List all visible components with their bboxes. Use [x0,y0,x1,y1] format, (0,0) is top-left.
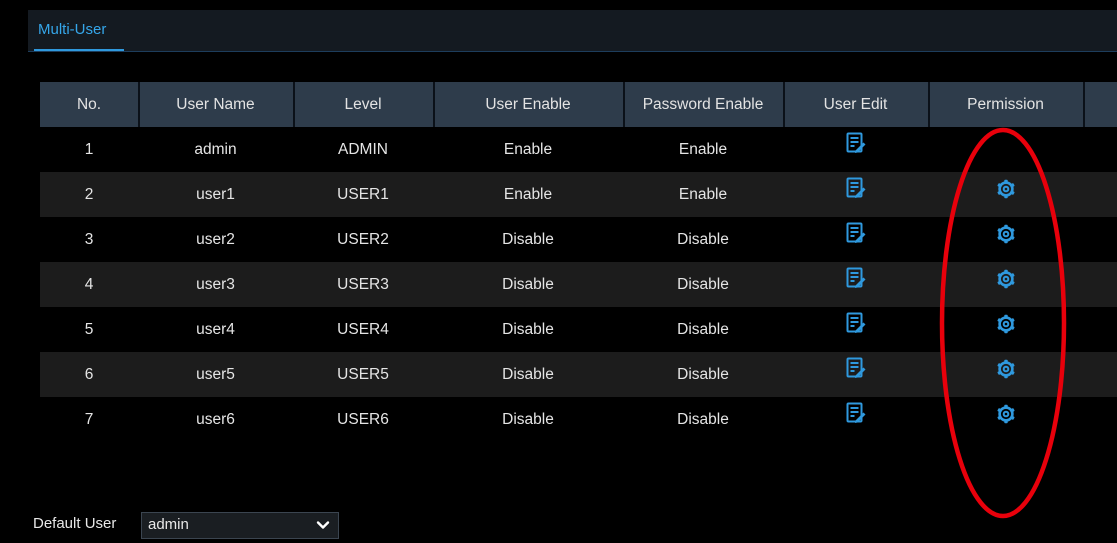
cell-level: ADMIN [338,141,388,158]
column-header-user-name: User Name [138,82,295,127]
cell-password-enable: Disable [677,366,729,383]
cell-level: USER6 [337,411,389,428]
cell-password-enable: Disable [677,231,729,248]
cell-level: USER5 [337,366,389,383]
default-user-select[interactable]: admin [141,512,339,539]
column-header-password-enable: Password Enable [623,82,785,127]
cell-permission [928,262,1083,307]
cell-user-name: user5 [196,366,235,383]
cell-no: 5 [84,321,94,338]
users-table: No. User Name Level User Enable Password… [40,82,1117,442]
cell-user-edit [783,352,928,397]
cell-no: 2 [84,186,94,203]
cell-no: 6 [84,366,94,383]
gear-icon[interactable] [996,307,1016,352]
table-row: 5 user4 USER4 Disable Disable [40,307,1117,352]
edit-icon[interactable] [846,262,866,307]
cell-level: USER2 [337,231,389,248]
cell-permission [928,352,1083,397]
tab-label: Multi-User [38,21,107,38]
cell-password-enable: Enable [678,186,728,203]
cell-no: 1 [84,141,94,158]
cell-permission [928,397,1083,442]
cell-user-edit [783,307,928,352]
cell-no: 7 [84,411,94,428]
column-header-level: Level [293,82,435,127]
tab-strip [28,10,1117,52]
column-header-user-edit: User Edit [783,82,930,127]
cell-user-edit [783,397,928,442]
cell-permission [928,172,1083,217]
cell-password-enable: Enable [678,141,728,158]
cell-password-enable: Disable [677,321,729,338]
column-header-no: No. [40,82,140,127]
edit-icon[interactable] [846,127,866,172]
cell-no: 3 [84,231,94,248]
gear-icon[interactable] [996,217,1016,262]
cell-user-edit [783,217,928,262]
gear-icon[interactable] [996,397,1016,442]
cell-user-edit [783,127,928,172]
cell-user-edit [783,172,928,217]
cell-user-enable: Enable [503,141,553,158]
cell-password-enable: Disable [677,411,729,428]
cell-user-enable: Disable [502,231,554,248]
cell-user-name: user4 [196,321,235,338]
default-user-value: admin [148,516,189,533]
edit-icon[interactable] [846,217,866,262]
cell-level: USER3 [337,276,389,293]
table-row: 2 user1 USER1 Enable Enable [40,172,1117,217]
gear-icon[interactable] [996,262,1016,307]
table-row: 4 user3 USER3 Disable Disable [40,262,1117,307]
cell-user-name: user3 [196,276,235,293]
table-row: 1 admin ADMIN Enable Enable [40,127,1117,172]
cell-no: 4 [84,276,94,293]
cell-level: USER1 [337,186,389,203]
tab-bar: Multi-User [0,0,1117,53]
cell-user-name: user1 [196,186,235,203]
cell-user-edit [783,262,928,307]
table-header: No. User Name Level User Enable Password… [40,82,1117,127]
cell-permission [928,307,1083,352]
cell-user-name: user6 [196,411,235,428]
cell-user-name: user2 [196,231,235,248]
edit-icon[interactable] [846,352,866,397]
column-header-extra [1083,82,1117,127]
table-body: 1 admin ADMIN Enable Enable 2 user1 USER1 Enable… [40,127,1117,442]
cell-permission [928,217,1083,262]
chevron-down-icon [316,518,330,536]
cell-user-enable: Disable [502,366,554,383]
cell-user-enable: Disable [502,321,554,338]
active-tab-indicator [34,49,124,51]
table-row: 3 user2 USER2 Disable Disable [40,217,1117,262]
cell-password-enable: Disable [677,276,729,293]
column-header-permission: Permission [928,82,1085,127]
tab-multi-user[interactable]: Multi-User [34,21,124,51]
cell-user-enable: Enable [503,186,553,203]
default-user-label: Default User [33,515,117,532]
table-row: 7 user6 USER6 Disable Disable [40,397,1117,442]
gear-icon[interactable] [996,352,1016,397]
cell-user-enable: Disable [502,276,554,293]
edit-icon[interactable] [846,172,866,217]
column-header-user-enable: User Enable [433,82,625,127]
table-row: 6 user5 USER5 Disable Disable [40,352,1117,397]
cell-permission [928,127,1083,172]
gear-icon[interactable] [996,172,1016,217]
cell-user-name: admin [194,141,237,158]
cell-level: USER4 [337,321,389,338]
edit-icon[interactable] [846,307,866,352]
edit-icon[interactable] [846,397,866,442]
cell-user-enable: Disable [502,411,554,428]
